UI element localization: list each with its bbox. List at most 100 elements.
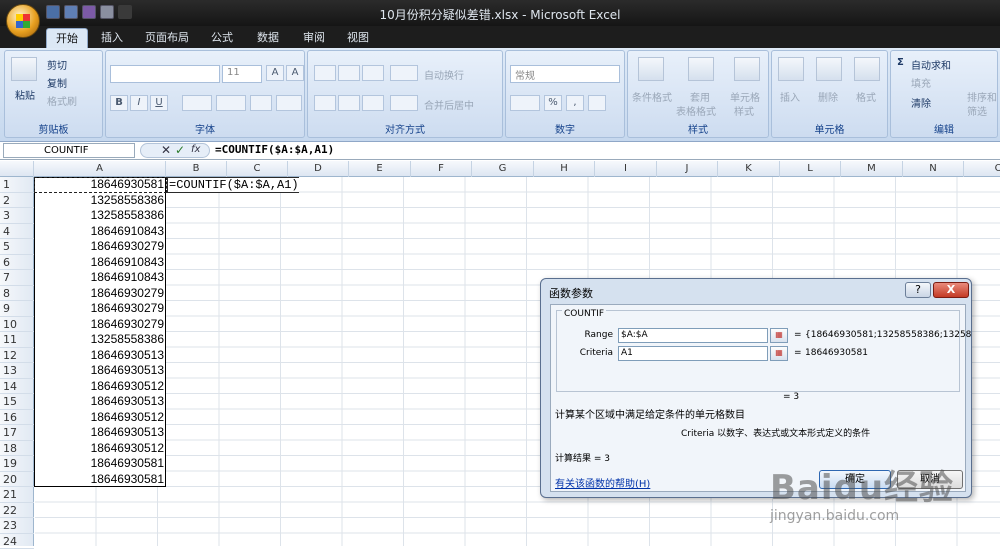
row-header[interactable]: 2 bbox=[0, 193, 34, 209]
column-header[interactable]: I bbox=[595, 161, 657, 177]
phonetic-icon[interactable] bbox=[276, 95, 302, 111]
wrap-text-button[interactable]: 自动换行 bbox=[424, 67, 464, 82]
row-header[interactable]: 20 bbox=[0, 472, 34, 488]
format-table-icon[interactable] bbox=[688, 57, 714, 81]
cell-a[interactable]: 13258558386 bbox=[35, 332, 166, 348]
row-header[interactable]: 9 bbox=[0, 301, 34, 317]
row-header[interactable]: 24 bbox=[0, 534, 34, 549]
office-button[interactable] bbox=[6, 4, 40, 38]
align-center-icon[interactable] bbox=[338, 95, 360, 111]
help-icon[interactable]: ? bbox=[905, 282, 931, 298]
row-header[interactable]: 17 bbox=[0, 425, 34, 441]
tab-data[interactable]: 数据 bbox=[248, 28, 288, 48]
name-box[interactable]: COUNTIF bbox=[3, 143, 135, 158]
help-link[interactable]: 有关该函数的帮助(H) bbox=[555, 475, 650, 490]
row-header[interactable]: 7 bbox=[0, 270, 34, 286]
insert-cells-button[interactable]: 插入 bbox=[780, 89, 800, 104]
cell-a[interactable]: 18646930279 bbox=[35, 317, 166, 333]
format-table-button-1[interactable]: 套用 bbox=[690, 89, 710, 104]
row-header[interactable]: 19 bbox=[0, 456, 34, 472]
ok-button[interactable]: 确定 bbox=[819, 470, 891, 489]
insert-cells-icon[interactable] bbox=[778, 57, 804, 81]
increase-decimal-icon[interactable] bbox=[588, 95, 606, 111]
row-header[interactable]: 23 bbox=[0, 518, 34, 534]
cut-button[interactable]: 剪切 bbox=[47, 57, 67, 72]
cell-a[interactable]: 18646930581 bbox=[35, 456, 166, 472]
tab-home[interactable]: 开始 bbox=[46, 28, 88, 48]
align-middle-icon[interactable] bbox=[338, 65, 360, 81]
comma-button[interactable]: , bbox=[566, 95, 584, 111]
bold-button[interactable]: B bbox=[110, 95, 128, 111]
row-header[interactable]: 21 bbox=[0, 487, 34, 503]
number-format-select[interactable]: 常规 bbox=[510, 65, 620, 83]
cell-styles-icon[interactable] bbox=[734, 57, 760, 81]
cell-a[interactable]: 18646930581 bbox=[35, 177, 166, 193]
cell-a[interactable]: 18646930513 bbox=[35, 425, 166, 441]
row-header[interactable]: 12 bbox=[0, 348, 34, 364]
font-color-icon[interactable] bbox=[250, 95, 272, 111]
criteria-collapse-icon[interactable]: ▦ bbox=[770, 346, 788, 361]
shrink-font-button[interactable]: A bbox=[286, 65, 304, 81]
cell-a[interactable]: 18646930512 bbox=[35, 410, 166, 426]
delete-cells-icon[interactable] bbox=[816, 57, 842, 81]
insert-function-icon[interactable]: fx bbox=[191, 144, 200, 155]
column-header[interactable]: A bbox=[34, 161, 166, 177]
column-header[interactable]: K bbox=[718, 161, 780, 177]
copy-button[interactable]: 复制 bbox=[47, 75, 67, 90]
percent-button[interactable]: % bbox=[544, 95, 562, 111]
criteria-input[interactable]: A1 bbox=[618, 346, 768, 361]
font-size-select[interactable]: 11 bbox=[222, 65, 262, 83]
cell-a[interactable]: 18646930513 bbox=[35, 363, 166, 379]
row-header[interactable]: 13 bbox=[0, 363, 34, 379]
sort-filter-button-1[interactable]: 排序和 bbox=[967, 89, 997, 104]
orientation-icon[interactable] bbox=[390, 65, 418, 81]
indent-icon[interactable] bbox=[390, 95, 418, 111]
conditional-format-icon[interactable] bbox=[638, 57, 664, 81]
range-input[interactable]: $A:$A bbox=[618, 328, 768, 343]
row-header[interactable]: 4 bbox=[0, 224, 34, 240]
column-header[interactable]: N bbox=[903, 161, 964, 177]
column-header[interactable]: H bbox=[534, 161, 595, 177]
column-header[interactable]: E bbox=[349, 161, 411, 177]
cell-a[interactable]: 18646930513 bbox=[35, 394, 166, 410]
delete-cells-button[interactable]: 删除 bbox=[818, 89, 838, 104]
font-name-select[interactable] bbox=[110, 65, 220, 83]
row-header[interactable]: 11 bbox=[0, 332, 34, 348]
formula-input[interactable]: =COUNTIF($A:$A,A1) bbox=[215, 143, 334, 156]
tab-review[interactable]: 审阅 bbox=[294, 28, 334, 48]
column-header[interactable]: D bbox=[288, 161, 349, 177]
column-header[interactable]: B bbox=[166, 161, 227, 177]
range-collapse-icon[interactable]: ▦ bbox=[770, 328, 788, 343]
paste-icon[interactable] bbox=[11, 57, 37, 81]
italic-button[interactable]: I bbox=[130, 95, 148, 111]
row-header[interactable]: 5 bbox=[0, 239, 34, 255]
column-header[interactable]: O bbox=[964, 161, 1000, 177]
column-header[interactable]: L bbox=[780, 161, 841, 177]
paste-button[interactable]: 粘贴 bbox=[15, 87, 35, 102]
format-table-button-2[interactable]: 表格格式 bbox=[676, 103, 716, 118]
cell-a[interactable]: 18646930513 bbox=[35, 348, 166, 364]
select-all-corner[interactable] bbox=[0, 161, 34, 177]
underline-button[interactable]: U bbox=[150, 95, 168, 111]
column-header[interactable]: J bbox=[657, 161, 718, 177]
fill-color-icon[interactable] bbox=[216, 95, 246, 111]
cancel-button[interactable]: 取消 bbox=[897, 470, 963, 489]
merge-center-button[interactable]: 合并后居中 bbox=[424, 97, 474, 112]
cell-a[interactable]: 18646910843 bbox=[35, 255, 166, 271]
cell-b1[interactable]: =COUNTIF($A:$A,A1) bbox=[167, 177, 299, 193]
grow-font-button[interactable]: A bbox=[266, 65, 284, 81]
conditional-format-button[interactable]: 条件格式 bbox=[632, 89, 672, 104]
cell-a[interactable]: 18646930512 bbox=[35, 441, 166, 457]
autosum-button[interactable]: 自动求和 bbox=[911, 57, 951, 72]
row-header[interactable]: 14 bbox=[0, 379, 34, 395]
column-header[interactable]: M bbox=[841, 161, 903, 177]
align-right-icon[interactable] bbox=[362, 95, 384, 111]
close-icon[interactable]: X bbox=[933, 282, 969, 298]
row-header[interactable]: 3 bbox=[0, 208, 34, 224]
cell-a[interactable]: 13258558386 bbox=[35, 193, 166, 209]
row-header[interactable]: 1 bbox=[0, 177, 34, 193]
row-header[interactable]: 10 bbox=[0, 317, 34, 333]
row-header[interactable]: 16 bbox=[0, 410, 34, 426]
cell-a[interactable]: 18646930279 bbox=[35, 286, 166, 302]
cell-styles-button-1[interactable]: 单元格 bbox=[730, 89, 760, 104]
